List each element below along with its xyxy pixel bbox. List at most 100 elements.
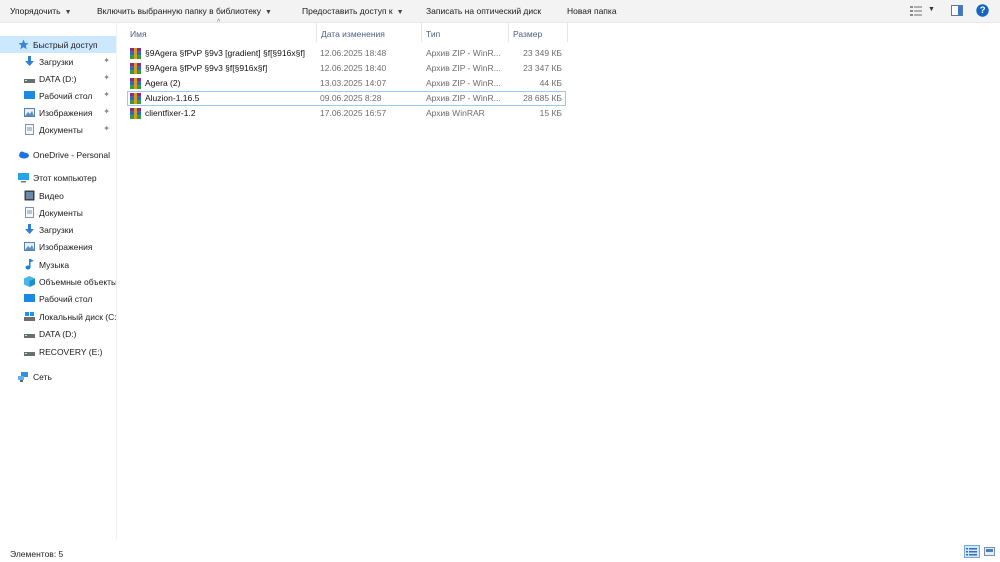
nav-this-pc-label: Этот компьютер bbox=[33, 172, 97, 183]
pin-icon[interactable]: ✦ bbox=[103, 90, 110, 99]
documents-icon bbox=[24, 207, 35, 218]
file-type: Архив ZIP - WinR... bbox=[426, 63, 501, 73]
include-in-library-button[interactable]: Включить выбранную папку в библиотеку ▼ bbox=[97, 6, 272, 16]
nav-item-label: Загрузки bbox=[39, 56, 74, 67]
chevron-down-icon: ▼ bbox=[64, 9, 72, 16]
pin-icon[interactable]: ✦ bbox=[103, 107, 110, 116]
nav-item-label: DATA (D:) bbox=[39, 328, 77, 339]
file-name: §9Agera §fPvP §9v3 [gradient] §f[§916x§f… bbox=[145, 48, 306, 58]
desktop-icon bbox=[24, 293, 35, 304]
burn-to-disc-button[interactable]: Записать на оптический диск bbox=[426, 6, 541, 16]
details-view-icon bbox=[910, 6, 922, 16]
drive-icon bbox=[24, 328, 35, 339]
nav-item-pc-data-drive[interactable]: DATA (D:) bbox=[0, 325, 116, 342]
view-options-chevron-icon[interactable]: ▼ bbox=[928, 6, 935, 13]
nav-item-label: Рабочий стол bbox=[39, 293, 93, 304]
burn-label: Записать на оптический диск bbox=[426, 6, 542, 16]
large-icons-view-toggle[interactable] bbox=[984, 547, 995, 559]
new-folder-button[interactable]: Новая папка bbox=[567, 6, 617, 16]
file-name: §9Agera §fPvP §9v3 §f[§916x§f] bbox=[145, 63, 268, 73]
nav-this-pc[interactable]: Этот компьютер bbox=[0, 169, 116, 186]
column-divider[interactable] bbox=[316, 22, 317, 42]
music-icon bbox=[24, 259, 35, 270]
nav-item-pc-documents[interactable]: Документы bbox=[0, 204, 116, 221]
local-disk-icon bbox=[24, 311, 35, 322]
nav-item-documents[interactable]: Документы ✦ bbox=[0, 121, 116, 138]
pin-icon[interactable]: ✦ bbox=[103, 124, 110, 133]
preview-pane-icon bbox=[951, 5, 963, 16]
pin-icon[interactable]: ✦ bbox=[103, 73, 110, 82]
nav-quick-access[interactable]: Быстрый доступ bbox=[0, 36, 116, 53]
documents-icon bbox=[24, 124, 35, 135]
organize-button[interactable]: Упорядочить ▼ bbox=[10, 6, 72, 16]
star-icon bbox=[18, 39, 29, 50]
nav-item-video[interactable]: Видео bbox=[0, 187, 116, 204]
nav-item-data-drive[interactable]: DATA (D:) ✦ bbox=[0, 70, 116, 87]
network-icon bbox=[18, 371, 29, 382]
organize-label: Упорядочить bbox=[10, 6, 61, 16]
file-row-selected[interactable]: Aluzion-1.16.5 09.06.2025 8:28 Архив ZIP… bbox=[127, 91, 566, 106]
file-size: 23 347 КБ bbox=[523, 63, 562, 73]
column-header-size[interactable]: Размер bbox=[513, 29, 542, 39]
nav-item-label: Документы bbox=[39, 207, 83, 218]
pin-icon[interactable]: ✦ bbox=[103, 56, 110, 65]
change-view-button[interactable] bbox=[910, 5, 924, 18]
3d-objects-icon bbox=[24, 276, 35, 287]
file-size: 15 КБ bbox=[539, 108, 562, 118]
column-divider[interactable] bbox=[508, 22, 509, 42]
nav-network-label: Сеть bbox=[33, 371, 52, 382]
nav-quick-access-label: Быстрый доступ bbox=[33, 39, 98, 50]
new-folder-label: Новая папка bbox=[567, 6, 617, 16]
column-divider[interactable] bbox=[567, 22, 568, 42]
nav-onedrive[interactable]: OneDrive - Personal bbox=[0, 146, 116, 163]
column-divider[interactable] bbox=[421, 22, 422, 42]
nav-item-downloads[interactable]: Загрузки ✦ bbox=[0, 53, 116, 70]
share-label: Предоставить доступ к bbox=[302, 6, 393, 16]
file-row[interactable]: Agera (2) 13.03.2025 14:07 Архив ZIP - W… bbox=[128, 77, 565, 90]
nav-network[interactable]: Сеть bbox=[0, 368, 116, 385]
nav-item-label: DATA (D:) bbox=[39, 73, 77, 84]
file-type: Архив ZIP - WinR... bbox=[426, 78, 501, 88]
file-row[interactable]: clientfixer-1.2 17.06.2025 16:57 Архив W… bbox=[128, 107, 565, 120]
winrar-archive-icon bbox=[130, 78, 141, 89]
winrar-archive-icon bbox=[130, 108, 141, 119]
navigation-pane: Быстрый доступ Загрузки ✦ DATA (D:) ✦ Ра… bbox=[0, 22, 116, 540]
details-view-toggle[interactable] bbox=[964, 545, 980, 560]
nav-item-recovery-drive[interactable]: RECOVERY (E:) bbox=[0, 343, 116, 360]
nav-item-pc-pictures[interactable]: Изображения bbox=[0, 238, 116, 255]
drive-icon bbox=[24, 346, 35, 357]
file-row[interactable]: §9Agera §fPvP §9v3 §f[§916x§f] 12.06.202… bbox=[128, 62, 565, 75]
nav-item-label: Локальный диск (C:) bbox=[39, 311, 116, 322]
nav-item-label: Рабочий стол bbox=[39, 90, 93, 101]
nav-item-music[interactable]: Музыка bbox=[0, 256, 116, 273]
nav-item-3d-objects[interactable]: Объемные объекты bbox=[0, 273, 116, 290]
nav-item-pc-desktop[interactable]: Рабочий стол bbox=[0, 290, 116, 307]
pictures-icon bbox=[24, 107, 35, 118]
nav-item-pc-downloads[interactable]: Загрузки bbox=[0, 221, 116, 238]
help-button[interactable]: ? bbox=[976, 4, 989, 19]
computer-icon bbox=[18, 172, 29, 183]
file-name: Agera (2) bbox=[145, 78, 181, 88]
column-header-date[interactable]: Дата изменения bbox=[321, 29, 385, 39]
file-type: Архив ZIP - WinR... bbox=[426, 93, 501, 103]
preview-pane-button[interactable] bbox=[951, 5, 963, 18]
nav-onedrive-label: OneDrive - Personal bbox=[33, 149, 111, 160]
column-header-name[interactable]: Имя bbox=[130, 29, 147, 39]
nav-item-local-disk[interactable]: Локальный диск (C:) bbox=[0, 308, 116, 325]
download-icon bbox=[24, 56, 35, 67]
nav-item-pictures[interactable]: Изображения ✦ bbox=[0, 104, 116, 121]
file-type: Архив ZIP - WinR... bbox=[426, 48, 501, 58]
nav-item-label: RECOVERY (E:) bbox=[39, 346, 103, 357]
file-type: Архив WinRAR bbox=[426, 108, 485, 118]
nav-item-label: Объемные объекты bbox=[39, 276, 116, 287]
file-row[interactable]: §9Agera §fPvP §9v3 [gradient] §f[§916x§f… bbox=[128, 47, 565, 60]
command-bar: Упорядочить ▼ Включить выбранную папку в … bbox=[0, 0, 1000, 23]
share-with-button[interactable]: Предоставить доступ к ▼ bbox=[302, 6, 404, 16]
nav-item-desktop[interactable]: Рабочий стол ✦ bbox=[0, 87, 116, 104]
pane-divider[interactable] bbox=[116, 22, 117, 540]
include-library-label: Включить выбранную папку в библиотеку bbox=[97, 6, 261, 16]
winrar-archive-icon bbox=[130, 63, 141, 74]
column-header-type[interactable]: Тип bbox=[426, 29, 440, 39]
nav-item-label: Изображения bbox=[39, 241, 93, 252]
file-size: 23 349 КБ bbox=[523, 48, 562, 58]
